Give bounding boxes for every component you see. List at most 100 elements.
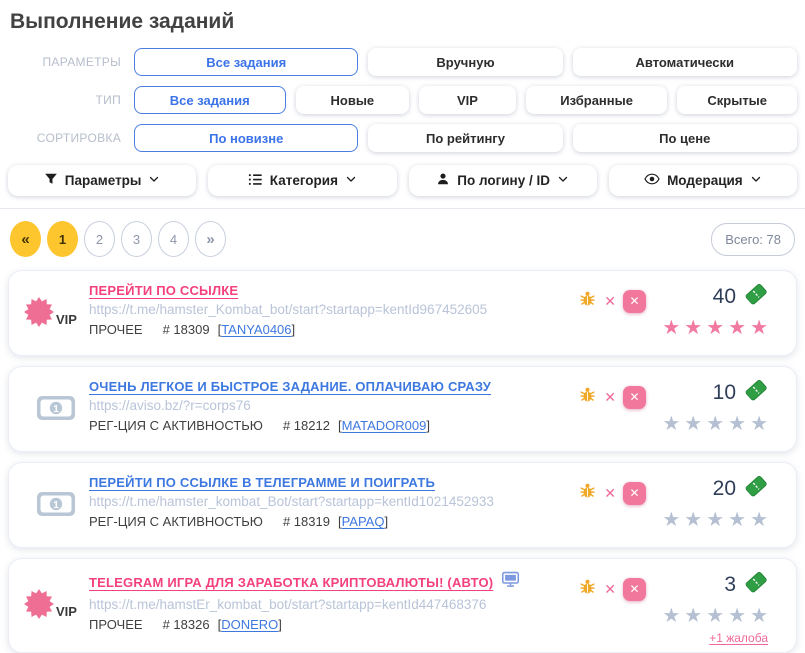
- total-count-badge: Всего: 78: [711, 223, 795, 256]
- filter-manual-button[interactable]: Вручную: [368, 48, 562, 76]
- type-hidden-button[interactable]: Скрытые: [677, 86, 797, 114]
- task-login-link[interactable]: TANYA0406: [221, 322, 291, 337]
- task-category: ПРОЧЕЕ: [89, 322, 143, 337]
- task-login-link[interactable]: DONERO: [221, 617, 278, 632]
- delete-task-button[interactable]: ✕: [623, 482, 646, 505]
- monitor-icon[interactable]: [501, 571, 520, 593]
- filter-label-parameters: ПАРАМЕТРЫ: [8, 55, 134, 69]
- task-actions: ✕ ✕: [578, 289, 646, 313]
- type-new-button[interactable]: Новые: [296, 86, 410, 114]
- complaint-link[interactable]: +1 жалоба: [709, 631, 768, 645]
- user-icon: [436, 172, 450, 189]
- task-meta: РЕГ-ЦИЯ С АКТИВНОСТЬЮ # 18212 [MATADOR00…: [89, 418, 578, 433]
- close-icon[interactable]: ✕: [604, 390, 616, 404]
- star-icon: ★: [728, 606, 746, 626]
- sort-rating-button[interactable]: По рейтингу: [368, 124, 562, 152]
- tasks-page: Выполнение заданий ПАРАМЕТРЫ Все задания…: [0, 0, 805, 653]
- svg-text:1: 1: [53, 499, 59, 510]
- task-price: 40: [713, 285, 736, 309]
- task-login-link[interactable]: PAPAQ: [342, 514, 385, 529]
- section-divider: [0, 208, 805, 209]
- type-all-tasks-button[interactable]: Все задания: [134, 86, 286, 114]
- pagination-page-2[interactable]: 2: [84, 221, 115, 257]
- sort-newest-button[interactable]: По новизне: [134, 124, 358, 152]
- bracket: ]: [278, 617, 282, 632]
- task-badge-vip: VIP: [23, 280, 89, 348]
- task-title-link[interactable]: ПЕРЕЙТИ ПО ССЫЛКЕ: [89, 283, 238, 298]
- moderation-dropdown-label: Модерация: [667, 173, 743, 188]
- task-category: ПРОЧЕЕ: [89, 617, 143, 632]
- star-icon: ★: [706, 510, 724, 530]
- close-icon[interactable]: ✕: [604, 294, 616, 308]
- bug-report-icon[interactable]: [578, 289, 597, 313]
- moderation-dropdown-button[interactable]: Модерация: [609, 165, 797, 196]
- star-icon: ★: [750, 510, 768, 530]
- type-favorites-button[interactable]: Избранные: [526, 86, 668, 114]
- ticket-icon: [744, 378, 768, 407]
- banknote-icon: 1: [36, 395, 76, 426]
- star-icon: ★: [750, 606, 768, 626]
- bracket: ]: [426, 418, 430, 433]
- pagination-page-4[interactable]: 4: [158, 221, 189, 257]
- task-content: ПЕРЕЙТИ ПО ССЫЛКЕ В ТЕЛЕГРАММЕ И ПОИГРАТ…: [89, 472, 578, 540]
- task-url: https://aviso.bz/?r=corps76: [89, 398, 578, 413]
- task-price: 3: [724, 573, 736, 597]
- eye-icon: [644, 172, 660, 189]
- filter-label-sorting: СОРТИРОВКА: [8, 131, 134, 145]
- filter-row-parameters: ПАРАМЕТРЫ Все задания Вручную Автоматиче…: [8, 48, 797, 76]
- bug-report-icon[interactable]: [578, 385, 597, 409]
- task-id: # 18309: [163, 322, 210, 337]
- page-title: Выполнение заданий: [10, 10, 797, 34]
- task-title-link[interactable]: TELEGRAM ИГРА ДЛЯ ЗАРАБОТКА КРИПТОВАЛЮТЫ…: [89, 575, 493, 590]
- task-price-block: 10 ★★★★★: [672, 376, 768, 444]
- task-price-block: 3 ★★★★★ +1 жалоба: [672, 568, 768, 645]
- star-icon: ★: [662, 318, 680, 338]
- bug-report-icon[interactable]: [578, 481, 597, 505]
- chevron-down-icon: [750, 173, 762, 188]
- parameters-dropdown-button[interactable]: Параметры: [8, 165, 196, 196]
- pagination-page-3[interactable]: 3: [121, 221, 152, 257]
- filter-buttons-sorting: По новизне По рейтингу По цене: [134, 124, 797, 152]
- task-rating: ★★★★★: [662, 414, 768, 434]
- pagination-first-button[interactable]: «: [10, 221, 41, 257]
- delete-task-button[interactable]: ✕: [623, 290, 646, 313]
- task-title-link[interactable]: ОЧЕНЬ ЛЕГКОЕ И БЫСТРОЕ ЗАДАНИЕ. ОПЛАЧИВА…: [89, 379, 491, 394]
- star-icon: ★: [750, 414, 768, 434]
- filter-all-tasks-button[interactable]: Все задания: [134, 48, 358, 76]
- close-icon[interactable]: ✕: [604, 582, 616, 596]
- star-icon: ★: [684, 414, 702, 434]
- task-title-link[interactable]: ПЕРЕЙТИ ПО ССЫЛКЕ В ТЕЛЕГРАММЕ И ПОИГРАТ…: [89, 475, 435, 490]
- task-badge-money: 1: [23, 472, 89, 540]
- vip-starburst-icon: [23, 296, 55, 333]
- sort-price-button[interactable]: По цене: [573, 124, 797, 152]
- star-icon: ★: [662, 510, 680, 530]
- delete-task-button[interactable]: ✕: [623, 386, 646, 409]
- filter-row-type: ТИП Все задания Новые VIP Избранные Скры…: [8, 86, 797, 114]
- task-id: # 18326: [163, 617, 210, 632]
- category-dropdown-button[interactable]: Категория: [208, 165, 396, 196]
- task-login-link[interactable]: MATADOR009: [342, 418, 427, 433]
- task-content: ПЕРЕЙТИ ПО ССЫЛКЕ https://t.me/hamster_K…: [89, 280, 578, 348]
- login-id-dropdown-button[interactable]: По логину / ID: [409, 165, 597, 196]
- star-icon: ★: [684, 510, 702, 530]
- filter-icon: [44, 172, 58, 189]
- pagination-next-button[interactable]: »: [195, 221, 226, 257]
- filter-automatic-button[interactable]: Автоматически: [573, 48, 797, 76]
- filter-buttons-parameters: Все задания Вручную Автоматически: [134, 48, 797, 76]
- pagination-page-1[interactable]: 1: [47, 221, 78, 257]
- filter-row-sorting: СОРТИРОВКА По новизне По рейтингу По цен…: [8, 124, 797, 152]
- star-icon: ★: [728, 414, 746, 434]
- type-vip-button[interactable]: VIP: [419, 86, 516, 114]
- ticket-icon: [744, 282, 768, 311]
- task-category: РЕГ-ЦИЯ С АКТИВНОСТЬЮ: [89, 418, 263, 433]
- bug-report-icon[interactable]: [578, 577, 597, 601]
- pagination: « 1 2 3 4 »: [10, 221, 226, 257]
- vip-label: VIP: [56, 312, 77, 327]
- list-icon: [248, 172, 263, 190]
- star-icon: ★: [706, 318, 724, 338]
- close-icon[interactable]: ✕: [604, 486, 616, 500]
- pagination-row: « 1 2 3 4 » Всего: 78: [10, 221, 795, 257]
- dropdown-row: Параметры Категория По логину / ID: [8, 165, 797, 196]
- task-price: 10: [713, 381, 736, 405]
- delete-task-button[interactable]: ✕: [623, 578, 646, 601]
